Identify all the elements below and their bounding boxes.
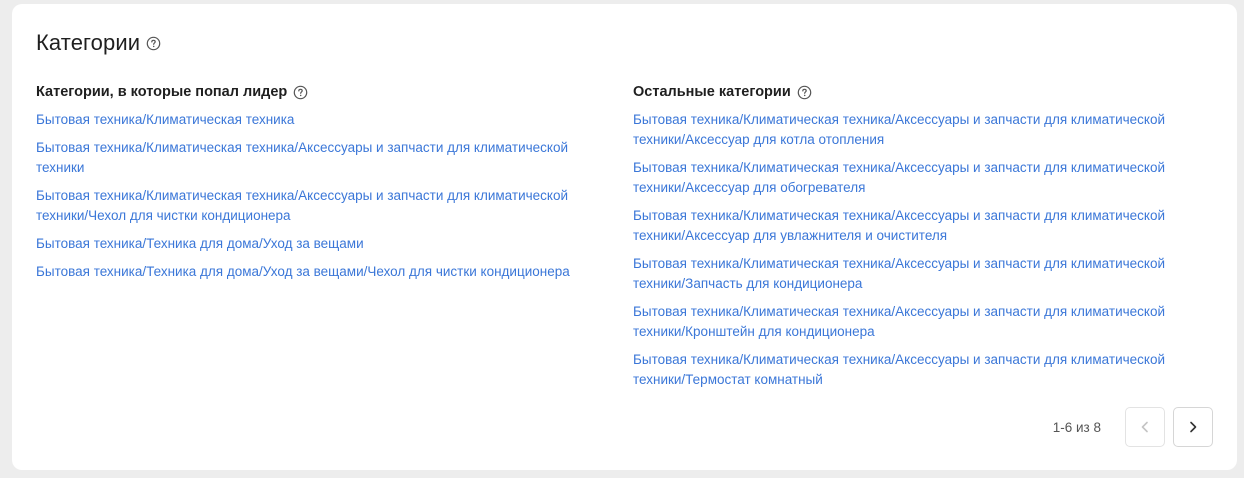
category-link[interactable]: Бытовая техника/Климатическая техника/Ак… [633,158,1218,198]
leader-categories-heading-row: Категории, в которые попал лидер [36,82,616,102]
categories-card: Категории Категории, в которые попал лид… [12,4,1237,470]
next-page-button[interactable] [1173,407,1213,447]
prev-page-button[interactable] [1125,407,1165,447]
category-link[interactable]: Бытовая техника/Техника для дома/Уход за… [36,262,616,282]
other-categories-heading-row: Остальные категории [633,82,1223,102]
category-link[interactable]: Бытовая техника/Климатическая техника/Ак… [633,302,1218,342]
category-link[interactable]: Бытовая техника/Климатическая техника/Ак… [633,206,1218,246]
chevron-left-icon [1141,421,1148,433]
other-categories-heading: Остальные категории [633,84,791,100]
title-row: Категории [36,30,161,56]
question-circle-icon[interactable] [146,36,161,51]
category-link[interactable]: Бытовая техника/Климатическая техника/Ак… [633,110,1218,150]
pagination: 1-6 из 8 [1053,407,1213,447]
category-link[interactable]: Бытовая техника/Климатическая техника/Ак… [633,254,1218,294]
leader-categories-section: Категории, в которые попал лидер Бытовая… [36,82,616,290]
leader-categories-list: Бытовая техника/Климатическая техника Бы… [36,110,616,282]
page-title: Категории [36,30,141,55]
leader-categories-heading: Категории, в которые попал лидер [36,84,288,100]
other-categories-list: Бытовая техника/Климатическая техника/Ак… [633,110,1223,390]
category-link[interactable]: Бытовая техника/Климатическая техника/Ак… [36,138,616,178]
pagination-range: 1-6 из 8 [1052,419,1101,435]
question-circle-icon[interactable] [797,85,812,100]
other-categories-section: Остальные категории Бытовая техника/Клим… [633,82,1223,398]
question-circle-icon[interactable] [293,85,308,100]
category-link[interactable]: Бытовая техника/Климатическая техника/Ак… [633,350,1218,390]
category-link[interactable]: Бытовая техника/Техника для дома/Уход за… [36,234,616,254]
chevron-right-icon [1190,421,1197,433]
category-link[interactable]: Бытовая техника/Климатическая техника/Ак… [36,186,616,226]
category-link[interactable]: Бытовая техника/Климатическая техника [36,110,616,130]
